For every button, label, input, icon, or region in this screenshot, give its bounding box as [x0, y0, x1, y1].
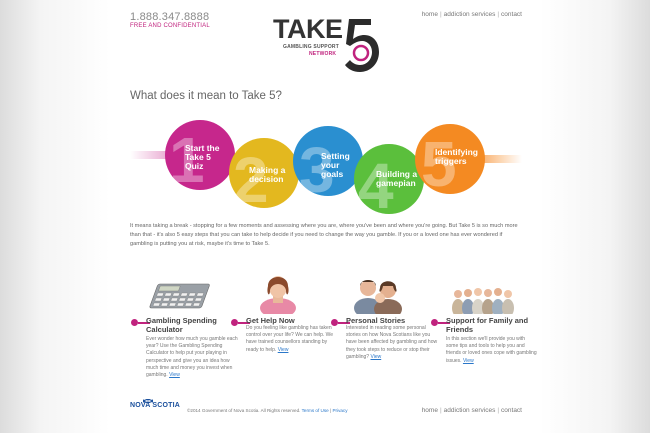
nova-scotia-logo[interactable]: NOVA SCOTIA — [130, 402, 180, 409]
feature-body: Ever wonder how much you gamble each yea… — [146, 336, 238, 379]
counsellor-photo — [260, 276, 296, 314]
logo-take-text: TAKE — [273, 14, 343, 44]
nav-separator: | — [497, 11, 500, 18]
top-nav-contact[interactable]: contact — [501, 11, 522, 18]
feature-bullet-dot — [431, 319, 438, 326]
calculator-icon — [149, 283, 210, 309]
take5-logo[interactable]: TAKE GAMBLING SUPPORT NETWORK — [273, 15, 383, 77]
terms-of-use-link[interactable]: Terms of Use — [302, 408, 329, 413]
feature-body: Interested in reading some personal stor… — [346, 325, 438, 361]
page-heading: What does it mean to Take 5? — [130, 90, 282, 102]
nav-separator: | — [439, 407, 442, 414]
feature-title[interactable]: Gambling Spending Calculator — [146, 316, 238, 334]
feature-bullet-dot — [131, 319, 138, 326]
page: 1.888.347.8888 FREE AND CONFIDENTIAL hom… — [0, 0, 650, 433]
feature-view-link[interactable]: View — [278, 347, 289, 353]
step-label: Start the Take 5 Quiz — [185, 143, 220, 171]
nav-separator: | — [439, 11, 442, 18]
top-nav-addiction-services[interactable]: addiction services — [444, 11, 496, 18]
top-nav-home[interactable]: home — [422, 11, 438, 18]
group-photo — [452, 288, 514, 314]
step-label: Building a gamepian — [376, 169, 418, 188]
step-4-circle[interactable]: 4 Building a gamepian — [354, 144, 424, 214]
feature-description: Interested in reading some personal stor… — [346, 325, 438, 360]
footer-nav-addiction-services[interactable]: addiction services — [444, 407, 496, 414]
step-1-circle[interactable]: 1 Start the Take 5 Quiz — [165, 120, 235, 190]
nav-separator: | — [497, 407, 500, 414]
step-2-circle[interactable]: 2 Making a decision — [229, 138, 299, 208]
feature-view-link[interactable]: View — [370, 354, 381, 360]
step-3-circle[interactable]: 3 Setting your goals — [293, 126, 363, 196]
feature-bullet-dot — [231, 319, 238, 326]
top-nav: home | addiction services | contact — [422, 11, 522, 18]
family-photo — [354, 280, 402, 314]
feature-description: In this section we'll provide you with s… — [446, 336, 537, 364]
feature-description: Do you feeling like gambling has taken c… — [246, 325, 334, 353]
logo-subtitle-network: NETWORK — [309, 51, 337, 57]
footer-nav-contact[interactable]: contact — [501, 407, 522, 414]
copyright-text: ©2014 Government of Nova Scotia. All Rig… — [187, 408, 301, 413]
copyright-line: ©2014 Government of Nova Scotia. All Rig… — [187, 408, 348, 413]
logo-subtitle: GAMBLING SUPPORT — [283, 44, 339, 50]
steps-band-right — [480, 155, 522, 163]
feature-body: Do you feeling like gambling has taken c… — [246, 325, 338, 354]
phone-number[interactable]: 1.888.347.8888 — [130, 11, 209, 23]
feature-bullet-dot — [331, 319, 338, 326]
phone-tagline: FREE AND CONFIDENTIAL — [130, 23, 210, 29]
intro-paragraph: It means taking a break - stopping for a… — [130, 223, 518, 247]
feature-title[interactable]: Support for Family and Friends — [446, 316, 538, 334]
logo-five-icon — [345, 19, 379, 72]
step-5-circle[interactable]: 5 Identifying triggers — [415, 124, 485, 194]
feature-body: In this section we'll provide you with s… — [446, 336, 538, 365]
step-label: Making a decision — [249, 165, 286, 184]
feature-description: Ever wonder how much you gamble each yea… — [146, 336, 238, 379]
footer-separator: | — [329, 408, 332, 413]
feature-view-link[interactable]: View — [169, 372, 180, 378]
footer-nav-home[interactable]: home — [422, 407, 438, 414]
feature-view-link[interactable]: View — [463, 358, 474, 364]
privacy-link[interactable]: Privacy — [332, 408, 347, 413]
take5-steps: 1 Start the Take 5 Quiz 2 Making a decis… — [130, 120, 522, 220]
step-label: Identifying triggers — [435, 147, 478, 166]
footer-nav: home | addiction services | contact — [422, 407, 522, 414]
